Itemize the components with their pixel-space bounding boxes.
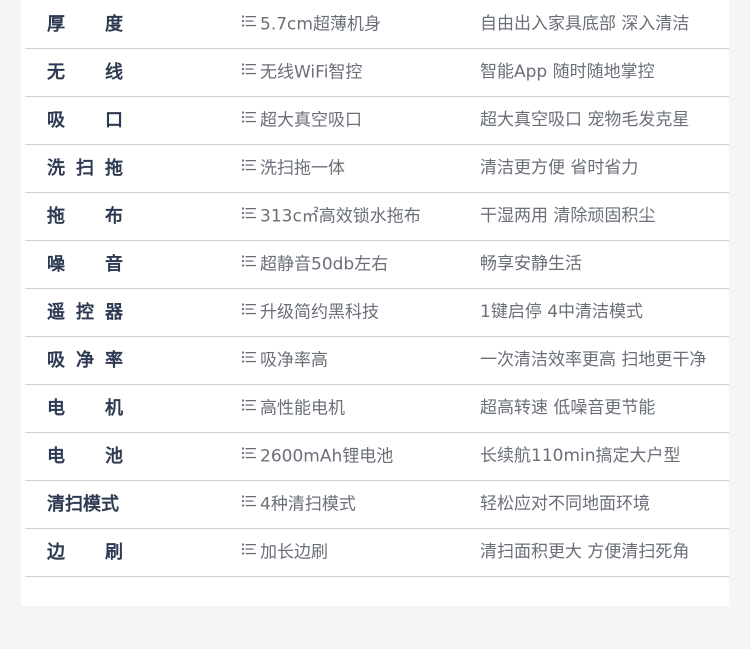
spec-label: 电池 [47,433,123,480]
spec-row: 遥控器 升级简约黑科技 1键启停 4中清洁模式 [25,289,729,337]
spec-table: 厚度 5.7cm超薄机身 自由出入家具底部 深入清洁 无线 无线WiFi智控 智… [21,0,729,606]
spec-label-char: 吸 [47,350,65,371]
spec-feature: 无线WiFi智控 [241,49,362,96]
spec-row: 电机 高性能电机 超高转速 低噪音更节能 [25,385,729,433]
list-icon [241,144,257,191]
spec-label-char: 噪 [47,254,65,275]
spec-label-char: 度 [105,14,123,35]
spec-label-char: 线 [105,62,123,83]
list-icon [241,384,257,431]
spec-feature: 4种清扫模式 [241,481,356,528]
spec-description: 一次清洁效率更高 扫地更干净 [480,350,707,370]
spec-row: 拖布 313c㎡高效锁水拖布 干湿两用 清除顽固积尘 [25,193,729,241]
spec-feature: 升级简约黑科技 [241,289,379,336]
spec-label-char: 拖 [47,206,65,227]
list-icon [241,240,257,287]
spec-description: 智能App 随时随地掌控 [480,62,655,82]
spec-label-char: 刷 [105,542,123,563]
spec-label: 噪音 [47,241,123,288]
spec-label-char: 无 [47,62,65,83]
spec-label-char: 口 [105,110,123,131]
spec-description: 1键启停 4中清洁模式 [480,302,644,322]
spec-feature: 洗扫拖一体 [241,145,345,192]
spec-label-char: 池 [105,446,123,467]
spec-feature-text: 加长边刷 [260,542,328,563]
spec-feature: 加长边刷 [241,529,328,576]
list-icon [241,480,257,527]
spec-row: 噪音 超静音50db左右 畅享安静生活 [25,241,729,289]
spec-row: 边刷 加长边刷 清扫面积更大 方便清扫死角 [25,529,729,577]
spec-feature: 5.7cm超薄机身 [241,1,381,48]
spec-feature: 313c㎡高效锁水拖布 [241,193,421,240]
spec-feature-text: 超大真空吸口 [260,110,362,131]
spec-feature: 高性能电机 [241,385,345,432]
spec-label: 遥控器 [47,289,123,336]
spec-label-char: 厚 [47,14,65,35]
spec-row: 清扫模式 4种清扫模式 轻松应对不同地面环境 [25,481,729,529]
spec-label-char: 遥 [47,302,65,323]
spec-feature: 2600mAh锂电池 [241,433,393,480]
spec-feature: 超大真空吸口 [241,97,362,144]
spec-description: 干湿两用 清除顽固积尘 [480,206,656,226]
spec-feature: 超静音50db左右 [241,241,388,288]
spec-description: 轻松应对不同地面环境 [480,494,650,514]
spec-description: 超大真空吸口 宠物毛发克星 [480,110,690,130]
spec-description: 清扫面积更大 方便清扫死角 [480,542,690,562]
spec-label-char: 布 [105,206,123,227]
spec-row: 厚度 5.7cm超薄机身 自由出入家具底部 深入清洁 [25,1,729,49]
list-icon [241,432,257,479]
spec-label: 清扫模式 [47,494,119,515]
spec-label-char: 拖 [105,158,123,179]
spec-label: 边刷 [47,529,123,576]
spec-label-char: 边 [47,542,65,563]
spec-label: 电机 [47,385,123,432]
list-icon [241,288,257,335]
spec-description: 自由出入家具底部 深入清洁 [480,14,690,34]
spec-label: 吸净率 [47,337,123,384]
spec-label: 吸口 [47,97,123,144]
list-icon [241,192,257,239]
spec-row: 吸口 超大真空吸口 超大真空吸口 宠物毛发克星 [25,97,729,145]
spec-row: 电池 2600mAh锂电池 长续航110min搞定大户型 [25,433,729,481]
spec-feature: 吸净率高 [241,337,328,384]
spec-feature-text: 313c㎡高效锁水拖布 [260,206,421,227]
spec-feature-text: 高性能电机 [260,398,345,419]
spec-feature-text: 4种清扫模式 [260,494,356,515]
list-icon [241,336,257,383]
spec-label: 厚度 [47,1,123,48]
list-icon [241,528,257,575]
spec-feature-text: 5.7cm超薄机身 [260,14,381,35]
spec-row: 吸净率 吸净率高 一次清洁效率更高 扫地更干净 [25,337,729,385]
spec-label: 拖布 [47,193,123,240]
spec-feature-text: 升级简约黑科技 [260,302,379,323]
spec-description: 超高转速 低噪音更节能 [480,398,656,418]
list-icon [241,96,257,143]
spec-label-char: 音 [105,254,123,275]
spec-label-char: 电 [47,446,65,467]
spec-label-char: 吸 [47,110,65,131]
spec-label-char: 率 [105,350,123,371]
spec-label: 洗扫拖 [47,145,123,192]
spec-feature-text: 吸净率高 [260,350,328,371]
spec-label-char: 净 [76,350,94,371]
spec-label-char: 洗 [47,158,65,179]
list-icon [241,0,257,47]
spec-feature-text: 超静音50db左右 [260,254,389,275]
spec-label-char: 控 [76,302,94,323]
spec-description: 长续航110min搞定大户型 [480,446,681,466]
spec-label-char: 扫 [76,158,94,179]
spec-description: 清洁更方便 省时省力 [480,158,639,178]
spec-feature-text: 2600mAh锂电池 [260,446,394,467]
spec-row: 洗扫拖 洗扫拖一体 清洁更方便 省时省力 [25,145,729,193]
spec-label-char: 器 [105,302,123,323]
list-icon [241,48,257,95]
spec-label: 无线 [47,49,123,96]
spec-label-char: 电 [47,398,65,419]
spec-feature-text: 无线WiFi智控 [260,62,363,83]
spec-description: 畅享安静生活 [480,254,582,274]
spec-label-char: 机 [105,398,123,419]
spec-feature-text: 洗扫拖一体 [260,158,345,179]
spec-row: 无线 无线WiFi智控 智能App 随时随地掌控 [25,49,729,97]
